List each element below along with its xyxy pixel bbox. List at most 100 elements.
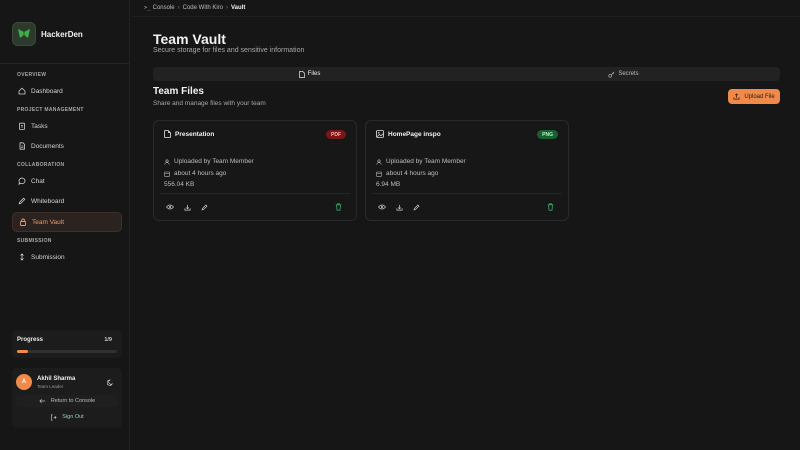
file-name: Presentation	[164, 130, 214, 138]
sidebar-item-chat[interactable]: Chat	[12, 172, 122, 190]
breadcrumb-item-project[interactable]: Code With Kiro	[183, 5, 223, 11]
tab-label: Secrets	[618, 71, 639, 77]
file-card: HomePage inspo PNG Uploaded by Team Memb…	[365, 120, 569, 221]
terminal-icon: >_	[144, 5, 151, 11]
file-uploader: Uploaded by Team Member	[376, 158, 466, 165]
card-divider	[160, 193, 350, 194]
pencil-icon	[18, 197, 26, 205]
sidebar-item-tasks[interactable]: Tasks	[12, 117, 122, 135]
page-title: Team Vault	[153, 31, 226, 47]
file-time: about 4 hours ago	[376, 170, 438, 177]
user-role: Team Leader	[37, 384, 64, 389]
sidebar-item-team-vault[interactable]: Team Vault	[12, 212, 122, 232]
trash-icon[interactable]	[334, 203, 342, 211]
file-time-text: about 4 hours ago	[386, 170, 439, 177]
file-type-badge: PNG	[537, 130, 558, 139]
tab-bar: Files Secrets	[153, 67, 780, 81]
edit-icon[interactable]	[412, 203, 420, 211]
download-icon[interactable]	[395, 203, 403, 211]
section-label-collaboration: COLLABORATION	[17, 162, 65, 168]
sidebar-item-submission[interactable]: Submission	[12, 248, 122, 266]
file-name: HomePage inspo	[376, 130, 441, 138]
progress-bar-fill	[17, 350, 29, 353]
key-icon	[608, 71, 615, 78]
download-icon[interactable]	[183, 203, 191, 211]
sidebar-item-label: Chat	[31, 177, 45, 185]
sidebar-item-label: Documents	[31, 142, 64, 150]
file-card: Presentation PDF Uploaded by Team Member…	[153, 120, 357, 221]
sidebar-item-documents[interactable]: Documents	[12, 137, 122, 155]
lock-icon	[19, 218, 27, 226]
upload-icon	[18, 253, 26, 261]
section-title: Team Files	[153, 86, 204, 97]
section-label-overview: OVERVIEW	[17, 72, 47, 78]
progress-card: Progress 1/9	[12, 330, 122, 358]
sidebar-item-whiteboard[interactable]: Whiteboard	[12, 192, 122, 210]
page-subtitle: Secure storage for files and sensitive i…	[153, 47, 305, 54]
chevron-right-icon: ›	[226, 5, 228, 11]
calendar-icon	[376, 171, 382, 177]
sidebar-item-label: Team Vault	[32, 218, 65, 226]
file-time: about 4 hours ago	[164, 170, 226, 177]
sign-out-icon	[50, 414, 57, 421]
sign-out-label: Sign Out	[62, 414, 84, 420]
upload-file-label: Upload File	[744, 93, 775, 100]
document-icon	[18, 142, 26, 150]
sidebar-item-label: Dashboard	[31, 87, 63, 95]
breadcrumb-item-console[interactable]: Console	[153, 5, 175, 11]
sign-out-button[interactable]: Sign Out	[16, 411, 118, 423]
moon-icon[interactable]	[106, 378, 114, 386]
eye-icon[interactable]	[378, 203, 386, 211]
sidebar-item-dashboard[interactable]: Dashboard	[12, 82, 122, 100]
home-icon	[18, 87, 26, 95]
hackerden-logo-icon	[12, 22, 36, 46]
eye-icon[interactable]	[166, 203, 174, 211]
trash-icon[interactable]	[546, 203, 554, 211]
image-icon	[376, 130, 384, 138]
breadcrumb: >_ Console › Code With Kiro › Vault	[144, 5, 245, 11]
tab-secrets[interactable]: Secrets	[467, 67, 780, 81]
tab-files[interactable]: Files	[153, 67, 466, 81]
section-label-submission: SUBMISSION	[17, 238, 52, 244]
file-actions	[378, 203, 429, 211]
sidebar-item-label: Tasks	[31, 122, 48, 130]
file-actions	[166, 203, 217, 211]
card-divider	[372, 193, 562, 194]
user-icon	[164, 158, 170, 165]
chat-icon	[18, 177, 26, 185]
sidebar-item-label: Whiteboard	[31, 197, 65, 205]
edit-icon[interactable]	[200, 203, 208, 211]
user-icon	[376, 158, 382, 165]
top-bar: >_ Console › Code With Kiro › Vault	[131, 0, 800, 17]
sidebar-item-label: Submission	[31, 253, 65, 261]
progress-count: 1/9	[104, 337, 112, 343]
user-card: A Akhil Sharma Team Leader Return to Con…	[12, 368, 122, 428]
avatar[interactable]: A	[16, 374, 32, 390]
return-to-console-label: Return to Console	[50, 398, 96, 404]
section-label-project-management: PROJECT MANAGEMENT	[17, 107, 84, 113]
brand[interactable]: HackerDen	[12, 22, 83, 46]
return-to-console-button[interactable]: Return to Console	[16, 395, 118, 407]
file-uploader: Uploaded by Team Member	[164, 158, 254, 165]
calendar-icon	[164, 171, 170, 177]
sidebar: HackerDen OVERVIEW Dashboard PROJECT MAN…	[0, 0, 130, 450]
brand-name: HackerDen	[41, 29, 83, 39]
file-name-text: HomePage inspo	[388, 130, 441, 138]
upload-file-button[interactable]: Upload File	[728, 89, 780, 104]
arrow-left-icon	[39, 398, 46, 404]
file-uploader-text: Uploaded by Team Member	[386, 158, 466, 165]
clipboard-icon	[18, 122, 26, 130]
file-type-badge: PDF	[326, 130, 346, 139]
file-time-text: about 4 hours ago	[174, 170, 227, 177]
chevron-right-icon: ›	[177, 5, 180, 11]
file-icon	[298, 70, 305, 78]
breadcrumb-item-current: Vault	[231, 5, 246, 11]
progress-bar	[17, 350, 117, 353]
file-uploader-text: Uploaded by Team Member	[174, 158, 254, 165]
file-icon	[164, 130, 171, 138]
tab-label: Files	[307, 71, 321, 77]
file-name-text: Presentation	[175, 130, 215, 138]
file-size: 556.04 KB	[164, 181, 195, 188]
user-name: Akhil Sharma	[37, 376, 76, 382]
sidebar-divider	[0, 63, 130, 64]
